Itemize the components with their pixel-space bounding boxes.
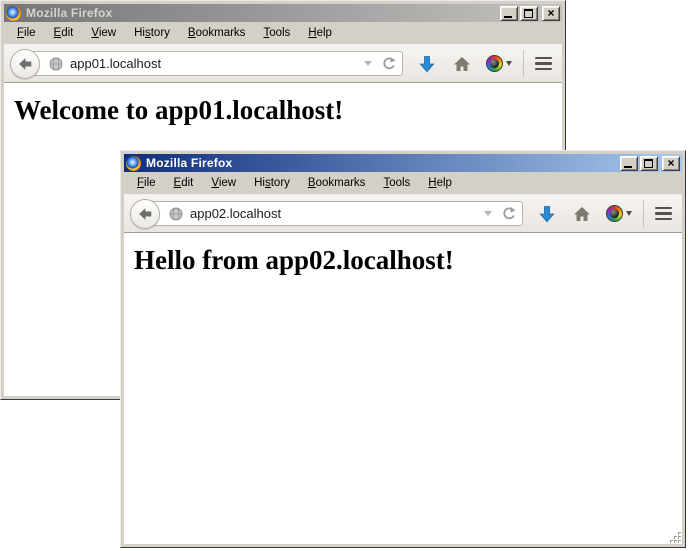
menu-bar: File Edit View History Bookmarks Tools H… <box>124 172 682 194</box>
toolbar-separator <box>643 200 644 227</box>
search-engine-button[interactable] <box>486 55 512 72</box>
urlbar-dropdown-icon[interactable] <box>364 61 372 66</box>
download-icon[interactable] <box>538 205 556 223</box>
menu-bookmarks[interactable]: Bookmarks <box>179 25 255 41</box>
minimize-icon <box>624 166 632 168</box>
reload-icon[interactable] <box>501 206 516 221</box>
title-bar[interactable]: Mozilla Firefox × <box>124 154 682 172</box>
search-engine-icon <box>486 55 503 72</box>
download-icon[interactable] <box>418 55 436 73</box>
menu-edit[interactable]: Edit <box>165 175 203 191</box>
minimize-button[interactable] <box>500 6 518 21</box>
back-button[interactable] <box>130 199 160 229</box>
search-engine-icon <box>606 205 623 222</box>
urlbar-dropdown-icon[interactable] <box>484 211 492 216</box>
menu-file[interactable]: File <box>8 25 45 41</box>
menu-edit[interactable]: Edit <box>45 25 83 41</box>
firefox-icon <box>126 156 141 171</box>
maximize-button[interactable] <box>640 156 658 171</box>
minimize-button[interactable] <box>620 156 638 171</box>
menu-tools[interactable]: Tools <box>374 175 419 191</box>
menu-history[interactable]: History <box>125 25 179 41</box>
navigation-toolbar: app02.localhost <box>124 194 682 233</box>
back-icon <box>16 55 34 73</box>
page-content: Hello from app02.localhost! <box>124 233 682 544</box>
navigation-toolbar: app01.localhost <box>4 44 562 83</box>
menu-help[interactable]: Help <box>299 25 341 41</box>
menu-bar: File Edit View History Bookmarks Tools H… <box>4 22 562 44</box>
menu-icon[interactable] <box>535 55 552 73</box>
close-icon: × <box>543 6 559 20</box>
search-engine-dropdown-icon[interactable] <box>626 211 632 216</box>
globe-icon[interactable] <box>49 57 63 71</box>
title-bar[interactable]: Mozilla Firefox × <box>4 4 562 22</box>
url-text[interactable]: app01.localhost <box>70 56 364 71</box>
search-engine-dropdown-icon[interactable] <box>506 61 512 66</box>
maximize-icon <box>644 159 653 168</box>
window-controls: × <box>500 6 560 21</box>
maximize-button[interactable] <box>520 6 538 21</box>
url-bar[interactable]: app01.localhost <box>26 51 403 76</box>
menu-bookmarks[interactable]: Bookmarks <box>299 175 375 191</box>
menu-view[interactable]: View <box>82 25 125 41</box>
menu-view[interactable]: View <box>202 175 245 191</box>
firefox-icon <box>6 6 21 21</box>
url-text[interactable]: app02.localhost <box>190 206 484 221</box>
reload-icon[interactable] <box>381 56 396 71</box>
menu-file[interactable]: File <box>128 175 165 191</box>
maximize-icon <box>524 9 533 18</box>
page-heading: Welcome to app01.localhost! <box>14 95 562 126</box>
page-heading: Hello from app02.localhost! <box>134 245 682 276</box>
menu-tools[interactable]: Tools <box>254 25 299 41</box>
globe-icon[interactable] <box>169 207 183 221</box>
close-button[interactable]: × <box>542 6 560 21</box>
close-icon: × <box>663 156 679 170</box>
browser-window-app02[interactable]: Mozilla Firefox × File Edit View History… <box>120 150 686 548</box>
back-button[interactable] <box>10 49 40 79</box>
home-icon[interactable] <box>573 205 591 223</box>
menu-help[interactable]: Help <box>419 175 461 191</box>
home-icon[interactable] <box>453 55 471 73</box>
window-controls: × <box>620 156 680 171</box>
url-bar[interactable]: app02.localhost <box>146 201 523 226</box>
search-engine-button[interactable] <box>606 205 632 222</box>
minimize-icon <box>504 16 512 18</box>
menu-icon[interactable] <box>655 205 672 223</box>
window-title: Mozilla Firefox <box>146 156 617 170</box>
menu-history[interactable]: History <box>245 175 299 191</box>
back-icon <box>136 205 154 223</box>
resize-grip[interactable] <box>668 530 681 543</box>
toolbar-separator <box>523 50 524 77</box>
window-title: Mozilla Firefox <box>26 6 497 20</box>
close-button[interactable]: × <box>662 156 680 171</box>
